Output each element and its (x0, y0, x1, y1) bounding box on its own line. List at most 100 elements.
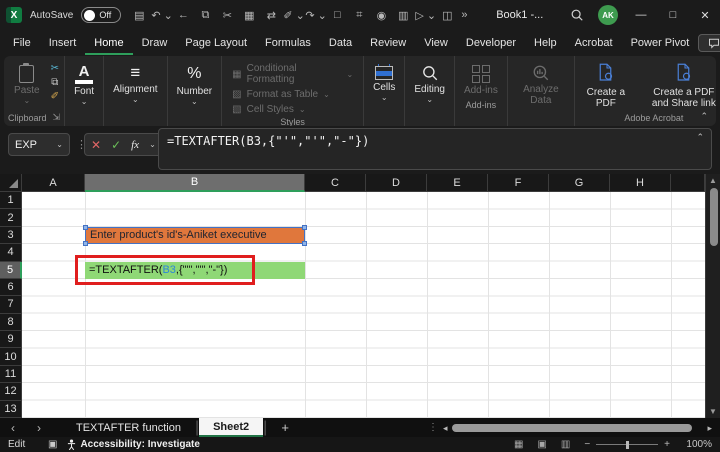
cell-styles-button[interactable]: ▧ Cell Styles ⌄ (232, 104, 305, 115)
addins-button[interactable]: Add-ins (459, 60, 503, 98)
scroll-down-icon[interactable]: ▼ (709, 407, 717, 416)
cell-b3[interactable]: Enter product's id's-Aniket executive (83, 224, 307, 247)
macro-record-icon[interactable]: ▣ (48, 439, 57, 450)
name-box[interactable]: EXP ⌄ (8, 133, 70, 156)
accessibility-status[interactable]: Accessibility: Investigate (67, 439, 200, 450)
qat-preview-icon[interactable]: ▥ (393, 9, 413, 22)
sheet-tab-sheet2[interactable]: Sheet2 (199, 418, 264, 437)
qat-refresh-icon[interactable]: ⇄ (261, 9, 281, 22)
qat-back-icon[interactable]: ← (173, 9, 193, 21)
row-header-12[interactable]: 12 (0, 383, 22, 401)
tab-home[interactable]: Home (85, 32, 133, 55)
qat-save-icon[interactable]: ▤ (129, 9, 149, 22)
row-header-11[interactable]: 11 (0, 365, 22, 384)
zoom-in-icon[interactable]: + (664, 439, 670, 450)
tab-developer[interactable]: Developer (457, 32, 525, 55)
horizontal-scrollbar[interactable] (452, 423, 692, 432)
hscroll-left-icon[interactable]: ◂ (443, 423, 448, 434)
column-header-e[interactable]: E (427, 174, 488, 192)
qat-new-file-icon[interactable]: □ (327, 9, 347, 21)
tab-draw[interactable]: Draw (133, 32, 177, 55)
tab-review[interactable]: Review (361, 32, 415, 55)
sheet-tab-textafter-function[interactable]: TEXTAFTER function (62, 418, 195, 437)
copy-icon[interactable]: ⧉ (51, 77, 59, 89)
reference-handle-icon[interactable] (83, 224, 88, 230)
page-layout-view-icon[interactable]: ▣ (537, 439, 546, 450)
row-header-8[interactable]: 8 (0, 313, 22, 331)
zoom-out-icon[interactable]: − (584, 439, 590, 450)
qat-snapshot-icon[interactable]: ◉ (371, 9, 391, 22)
row-header-5[interactable]: 5 (0, 261, 22, 279)
maximize-button[interactable]: □ (664, 9, 682, 21)
qat-pin-icon[interactable]: ⌗ (349, 9, 369, 22)
tab-file[interactable]: File (4, 32, 40, 55)
reference-handle-icon[interactable] (302, 241, 307, 247)
row-header-3[interactable]: 3 (0, 226, 22, 245)
column-header-d[interactable]: D (366, 174, 427, 192)
column-header-a[interactable]: A (22, 174, 85, 192)
zoom-level[interactable]: 100% (684, 439, 712, 450)
row-header-7[interactable]: 7 (0, 296, 22, 314)
expand-formula-bar-icon[interactable]: ⌃ (696, 132, 704, 143)
tab-page-layout[interactable]: Page Layout (176, 32, 256, 55)
column-header-b[interactable]: B (85, 174, 305, 192)
alignment-dropdown-button[interactable]: ≡ Alignment ⌄ (108, 60, 162, 104)
enter-icon[interactable]: ✓ (111, 138, 121, 152)
page-break-view-icon[interactable]: ▥ (561, 439, 570, 450)
create-pdf-share-button[interactable]: Create a PDF and Share link (639, 60, 720, 111)
tab-help[interactable]: Help (525, 32, 566, 55)
tab-data[interactable]: Data (320, 32, 361, 55)
create-pdf-button[interactable]: Create a PDF (579, 60, 633, 111)
vertical-scrollbar[interactable]: ▲ ▼ (705, 174, 720, 418)
vertical-scroll-thumb[interactable] (709, 188, 718, 246)
tab-scroll-divider[interactable]: ⋮ (428, 422, 438, 433)
tab-acrobat[interactable]: Acrobat (566, 32, 622, 55)
qat-undo-icon[interactable]: ↶ ⌄ (151, 9, 173, 22)
row-header-2[interactable]: 2 (0, 209, 22, 227)
zoom-slider[interactable] (596, 440, 659, 449)
reference-handle-icon[interactable] (302, 224, 307, 230)
qat-copy-icon[interactable]: ⧉ (195, 9, 215, 22)
column-header-c[interactable]: C (305, 174, 366, 192)
format-painter-icon[interactable]: ✐ (51, 91, 59, 103)
number-dropdown-button[interactable]: % Number ⌄ (172, 60, 218, 106)
conditional-formatting-button[interactable]: ▦ Conditional Formatting ⌄ (232, 63, 353, 85)
tab-formulas[interactable]: Formulas (256, 32, 320, 55)
clipboard-dialog-launcher-icon[interactable]: ⇲ (53, 112, 61, 123)
select-all-corner[interactable] (0, 174, 22, 192)
tab-power-pivot[interactable]: Power Pivot (622, 32, 699, 55)
hscroll-right-icon[interactable]: ▸ (707, 423, 712, 434)
scroll-up-icon[interactable]: ▲ (709, 176, 717, 185)
analyze-data-button[interactable]: Analyze Data (512, 60, 570, 108)
cut-icon[interactable]: ✂ (51, 63, 59, 75)
tab-insert[interactable]: Insert (40, 32, 86, 55)
qat-lock-icon[interactable]: ◫ (437, 9, 457, 22)
user-avatar[interactable]: AK (597, 5, 618, 25)
normal-view-icon[interactable]: ▦ (514, 439, 523, 450)
comments-button[interactable]: Comments (698, 34, 720, 52)
close-button[interactable]: ✕ (696, 9, 714, 22)
column-header-f[interactable]: F (488, 174, 549, 192)
qat-overflow-icon[interactable]: » (461, 9, 467, 21)
row-header-13[interactable]: 13 (0, 400, 22, 418)
horizontal-scroll-thumb[interactable] (452, 423, 692, 432)
add-sheet-icon[interactable]: + (267, 420, 303, 435)
fx-chevron-icon[interactable]: ⌄ (149, 141, 156, 149)
format-as-table-button[interactable]: ▨ Format as Table ⌄ (232, 89, 330, 100)
row-header-4[interactable]: 4 (0, 244, 22, 262)
row-header-1[interactable]: 1 (0, 192, 22, 210)
formula-input[interactable]: =TEXTAFTER(B3,{"'","'","-"}) (158, 128, 712, 170)
cancel-icon[interactable]: ✕ (91, 138, 101, 152)
autosave-toggle[interactable]: Off (81, 7, 122, 23)
cells-area[interactable]: Enter product's id's-Aniket executive =T… (22, 192, 705, 418)
insert-function-icon[interactable]: fx (131, 139, 139, 151)
search-icon[interactable] (570, 8, 584, 22)
sheet-next-icon[interactable]: › (26, 421, 52, 435)
qat-redo-icon[interactable]: ↷ ⌄ (305, 9, 327, 22)
zoom-slider-thumb[interactable] (626, 440, 630, 449)
editing-dropdown-button[interactable]: Editing ⌄ (409, 60, 450, 104)
qat-play-icon[interactable]: ▷ ⌄ (415, 9, 436, 22)
minimize-button[interactable]: — (632, 9, 650, 21)
qat-cut-icon[interactable]: ✂ (217, 9, 237, 22)
qat-picture-icon[interactable]: ▦ (239, 9, 259, 22)
